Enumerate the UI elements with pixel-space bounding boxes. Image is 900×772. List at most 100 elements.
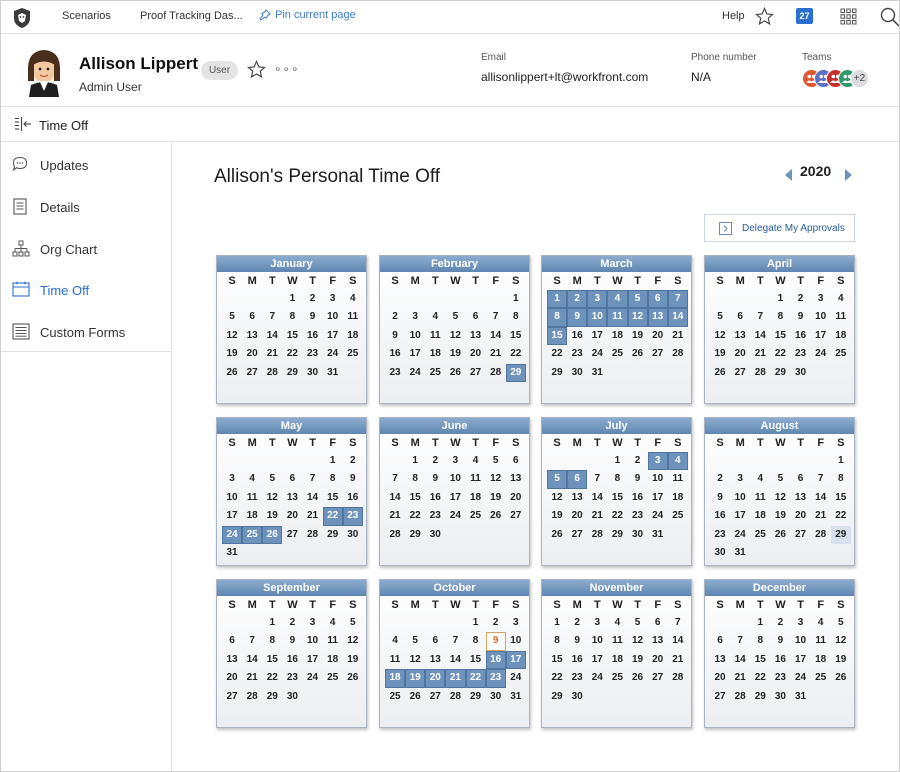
day-cell[interactable]: 29 (262, 688, 282, 706)
day-cell[interactable]: 28 (668, 669, 688, 687)
day-cell[interactable]: 6 (648, 614, 668, 632)
day-cell[interactable]: 12 (262, 489, 282, 507)
day-cell[interactable]: 17 (587, 651, 607, 669)
day-cell[interactable]: 10 (323, 308, 343, 326)
day-cell[interactable]: 12 (486, 470, 506, 488)
day-cell[interactable]: 18 (831, 327, 851, 345)
day-cell-time-off[interactable]: 14 (667, 308, 688, 327)
day-cell-time-off[interactable]: 5 (627, 290, 648, 309)
day-cell[interactable]: 6 (730, 308, 750, 326)
day-cell[interactable]: 13 (222, 651, 242, 669)
day-cell[interactable]: 30 (567, 364, 587, 382)
day-cell[interactable]: 4 (607, 614, 627, 632)
day-cell[interactable]: 3 (222, 470, 242, 488)
day-cell[interactable]: 25 (343, 345, 363, 363)
day-cell[interactable]: 18 (750, 507, 770, 525)
day-cell[interactable]: 11 (831, 308, 851, 326)
day-cell[interactable]: 29 (830, 525, 851, 544)
nav-link-proof-tracking[interactable]: Proof Tracking Das... (140, 10, 243, 22)
day-cell[interactable]: 17 (811, 327, 831, 345)
day-cell[interactable]: 1 (547, 614, 567, 632)
day-cell[interactable]: 28 (303, 526, 323, 544)
day-cell[interactable]: 4 (831, 290, 851, 308)
day-cell[interactable]: 15 (770, 327, 790, 345)
day-cell[interactable]: 23 (425, 507, 445, 525)
day-cell[interactable]: 13 (648, 632, 668, 650)
day-cell[interactable]: 27 (791, 526, 811, 544)
day-cell[interactable]: 7 (385, 470, 405, 488)
day-cell[interactable]: 29 (323, 526, 343, 544)
day-cell[interactable]: 19 (262, 507, 282, 525)
day-cell[interactable]: 30 (343, 526, 363, 544)
email-value[interactable]: allisonlippert+lt@workfront.com (481, 70, 648, 84)
day-cell[interactable]: 16 (791, 327, 811, 345)
day-cell[interactable]: 26 (831, 669, 851, 687)
day-cell[interactable]: 25 (425, 364, 445, 382)
day-cell-time-off[interactable]: 22 (322, 507, 343, 526)
day-cell[interactable]: 10 (791, 632, 811, 650)
day-cell[interactable]: 24 (506, 669, 526, 687)
day-cell[interactable]: 26 (222, 364, 242, 382)
day-cell[interactable]: 30 (791, 364, 811, 382)
day-cell-time-off[interactable]: 15 (547, 326, 568, 346)
day-cell[interactable]: 21 (303, 507, 323, 525)
day-cell[interactable]: 24 (811, 345, 831, 363)
day-cell[interactable]: 9 (710, 489, 730, 507)
day-cell[interactable]: 21 (242, 669, 262, 687)
day-cell[interactable]: 27 (425, 688, 445, 706)
day-cell[interactable]: 19 (445, 345, 465, 363)
day-cell-time-off[interactable]: 29 (505, 363, 526, 382)
day-cell[interactable]: 15 (405, 489, 425, 507)
day-cell[interactable]: 7 (262, 308, 282, 326)
day-cell[interactable]: 30 (567, 688, 587, 706)
day-cell[interactable]: 19 (770, 507, 790, 525)
day-cell[interactable]: 10 (811, 308, 831, 326)
day-cell[interactable]: 20 (648, 651, 668, 669)
day-cell[interactable]: 15 (750, 651, 770, 669)
day-cell[interactable]: 12 (831, 632, 851, 650)
day-cell[interactable]: 25 (607, 669, 627, 687)
day-cell[interactable]: 9 (628, 470, 648, 488)
day-cell[interactable]: 12 (770, 489, 790, 507)
day-cell[interactable]: 25 (831, 345, 851, 363)
day-cell[interactable]: 28 (445, 688, 465, 706)
day-cell[interactable]: 4 (343, 290, 363, 308)
day-cell-time-off[interactable]: 5 (547, 470, 568, 489)
day-cell[interactable]: 24 (587, 345, 607, 363)
day-cell[interactable]: 6 (710, 632, 730, 650)
day-cell[interactable]: 31 (587, 364, 607, 382)
day-cell[interactable]: 24 (648, 507, 668, 525)
day-cell[interactable]: 24 (405, 364, 425, 382)
day-cell[interactable]: 23 (385, 364, 405, 382)
day-cell[interactable]: 25 (811, 669, 831, 687)
favorite-star-icon[interactable] (247, 60, 266, 79)
day-cell[interactable]: 16 (343, 489, 363, 507)
day-cell[interactable]: 6 (466, 308, 486, 326)
day-cell[interactable]: 16 (303, 327, 323, 345)
day-cell[interactable]: 28 (811, 526, 831, 544)
day-cell[interactable]: 23 (791, 345, 811, 363)
day-cell[interactable]: 17 (405, 345, 425, 363)
day-cell[interactable]: 8 (323, 470, 343, 488)
day-cell[interactable]: 30 (628, 526, 648, 544)
day-cell[interactable]: 5 (222, 308, 242, 326)
day-cell[interactable]: 27 (710, 688, 730, 706)
day-cell[interactable]: 14 (445, 651, 465, 669)
day-cell[interactable]: 13 (466, 327, 486, 345)
day-cell[interactable]: 20 (791, 507, 811, 525)
day-cell[interactable]: 2 (385, 308, 405, 326)
day-cell[interactable]: 26 (486, 507, 506, 525)
day-cell[interactable]: 14 (730, 651, 750, 669)
day-cell[interactable]: 13 (242, 327, 262, 345)
day-cell[interactable]: 3 (323, 290, 343, 308)
day-cell[interactable]: 29 (770, 364, 790, 382)
day-cell[interactable]: 22 (770, 345, 790, 363)
day-cell[interactable]: 16 (567, 651, 587, 669)
day-cell[interactable]: 12 (343, 632, 363, 650)
day-cell[interactable]: 11 (607, 632, 627, 650)
day-cell[interactable]: 27 (282, 526, 302, 544)
day-cell[interactable]: 23 (567, 669, 587, 687)
day-cell[interactable]: 31 (222, 544, 242, 562)
day-cell-today[interactable]: 9 (485, 632, 506, 651)
day-cell[interactable]: 20 (222, 669, 242, 687)
